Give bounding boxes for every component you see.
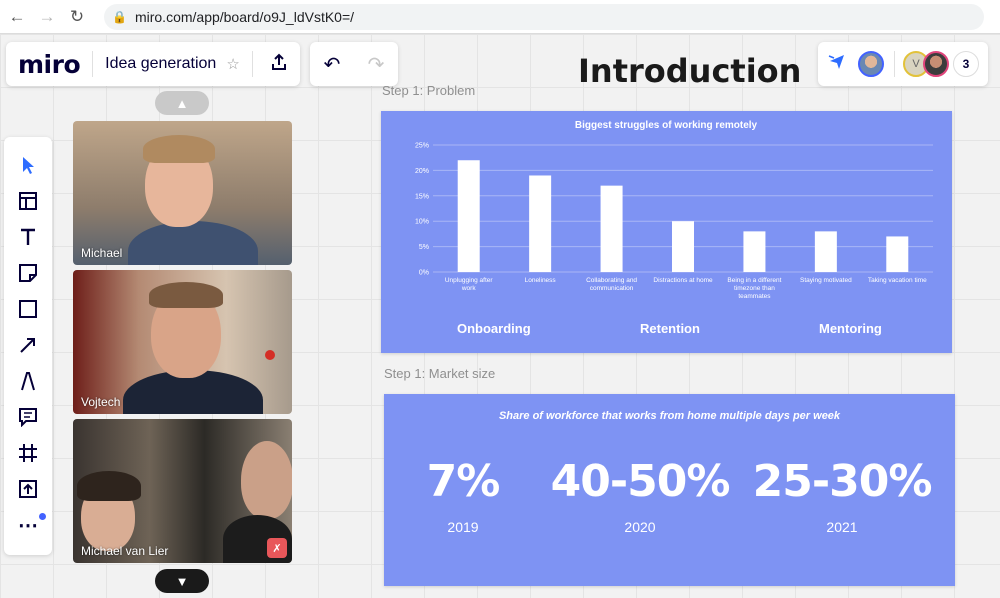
stat-value: 40-50% (550, 456, 731, 507)
url-text: miro.com/app/board/o9J_ldVstK0=/ (134, 8, 355, 25)
slide-title[interactable]: Introduction (578, 52, 801, 90)
x-tick-label: Distractions at home (653, 277, 713, 284)
comment-icon[interactable] (16, 405, 40, 429)
video-tile[interactable]: Vojtech (73, 270, 292, 414)
frame-icon[interactable] (16, 441, 40, 465)
problem-frame[interactable]: Biggest struggles of working remotely 0% 5… (381, 111, 952, 353)
tools-toolbar: ⋯ (4, 137, 52, 555)
board-header-panel: miro Idea generation ☆ (6, 42, 300, 86)
lock-icon: 🔒 (112, 9, 127, 24)
struggles-bar-chart: Biggest struggles of working remotely 0% 5… (415, 120, 933, 300)
shape-rectangle-icon[interactable] (16, 297, 40, 321)
upload-icon[interactable] (16, 477, 40, 501)
stat-year: 2019 (447, 519, 479, 535)
header-divider (92, 51, 94, 77)
frame-footer-label: Retention (640, 321, 700, 336)
x-tick-label: Being in a different (727, 277, 781, 284)
frame-footer-label: Onboarding (457, 321, 531, 336)
address-bar[interactable]: 🔒 miro.com/app/board/o9J_ldVstK0=/ (104, 3, 984, 30)
video-scroll-down-button[interactable]: ▼ (155, 569, 209, 593)
muted-microphone-icon: ✗ (267, 538, 287, 558)
notification-dot (39, 513, 46, 520)
stat-block: 7% 2019 (368, 456, 558, 535)
undo-redo-panel: ↶ ↷ (310, 42, 398, 86)
select-cursor-icon[interactable] (16, 153, 40, 177)
participant-name: Michael (81, 246, 123, 260)
text-tool-icon[interactable] (16, 225, 40, 249)
header-divider (251, 51, 253, 77)
video-tile[interactable]: Michael van Lier ✗ (73, 419, 292, 563)
video-tile[interactable]: Michael (73, 121, 292, 265)
more-tools-icon[interactable]: ⋯ (16, 513, 40, 537)
x-tick-label: communication (590, 285, 634, 292)
bar (672, 221, 694, 272)
y-tick-label: 15% (415, 193, 429, 200)
stat-block: 25-30% 2021 (747, 456, 937, 535)
x-tick-label: Taking vacation time (868, 277, 927, 284)
bar (457, 160, 480, 272)
frame-label[interactable]: Step 1: Problem (382, 83, 475, 98)
stat-block: 40-50% 2020 (545, 456, 735, 535)
bar (529, 175, 552, 272)
stat-year: 2021 (826, 519, 858, 535)
undo-icon[interactable]: ↶ (324, 52, 341, 77)
user-avatar[interactable] (858, 51, 884, 77)
sticky-note-icon[interactable] (16, 261, 40, 285)
y-tick-label: 10% (415, 219, 429, 226)
video-scroll-up-button[interactable]: ▲ (155, 91, 209, 115)
back-arrow-icon[interactable]: ← (4, 4, 30, 30)
x-tick-label: Unplugging after (445, 277, 494, 284)
frame-footer-label: Mentoring (819, 321, 882, 336)
header-divider (894, 51, 895, 77)
x-tick-label: work (461, 285, 476, 292)
y-tick-label: 5% (419, 244, 429, 251)
star-icon[interactable]: ☆ (226, 55, 239, 73)
frame-label[interactable]: Step 1: Market size (384, 366, 495, 381)
y-tick-label: 25% (415, 143, 429, 150)
market-title: Share of workforce that works from home … (498, 410, 841, 422)
market-size-frame[interactable]: Share of workforce that works from home … (384, 394, 955, 586)
redo-icon[interactable]: ↷ (368, 52, 385, 77)
browser-toolbar: ← → ↻ 🔒 miro.com/app/board/o9J_ldVstK0=/ (0, 0, 1000, 34)
stat-value: 25-30% (752, 456, 933, 507)
y-tick-label: 0% (419, 270, 429, 277)
x-tick-label: teammates (738, 293, 771, 300)
reload-icon[interactable]: ↻ (64, 4, 90, 30)
bar (814, 231, 837, 272)
x-tick-label: Collaborating and (586, 277, 637, 284)
stat-year: 2020 (624, 519, 656, 535)
miro-logo[interactable]: miro (18, 50, 81, 79)
collaboration-panel: V 3 (818, 42, 988, 86)
bar (600, 185, 623, 272)
pen-icon[interactable] (16, 369, 40, 393)
bar (886, 236, 909, 272)
participant-name: Michael van Lier (81, 544, 169, 558)
bar (743, 231, 766, 272)
wall-light (265, 350, 275, 360)
cursor-follow-icon[interactable] (828, 53, 852, 76)
export-icon[interactable] (265, 53, 293, 76)
board-name[interactable]: Idea generation (105, 55, 216, 73)
participant-face (241, 441, 292, 519)
x-tick-label: Loneliness (525, 277, 557, 284)
chart-title: Biggest struggles of working remotely (575, 120, 758, 131)
x-tick-label: Staying motivated (800, 277, 852, 284)
forward-arrow-icon[interactable]: → (34, 4, 60, 30)
arrow-line-icon[interactable] (16, 333, 40, 357)
stat-value: 7% (426, 456, 501, 507)
collaborator-avatar[interactable] (923, 51, 949, 77)
participant-name: Vojtech (81, 395, 121, 409)
y-tick-label: 20% (415, 168, 429, 175)
x-tick-label: timezone than (734, 285, 775, 292)
collaborator-count-badge[interactable]: 3 (953, 51, 979, 77)
templates-icon[interactable] (16, 189, 40, 213)
